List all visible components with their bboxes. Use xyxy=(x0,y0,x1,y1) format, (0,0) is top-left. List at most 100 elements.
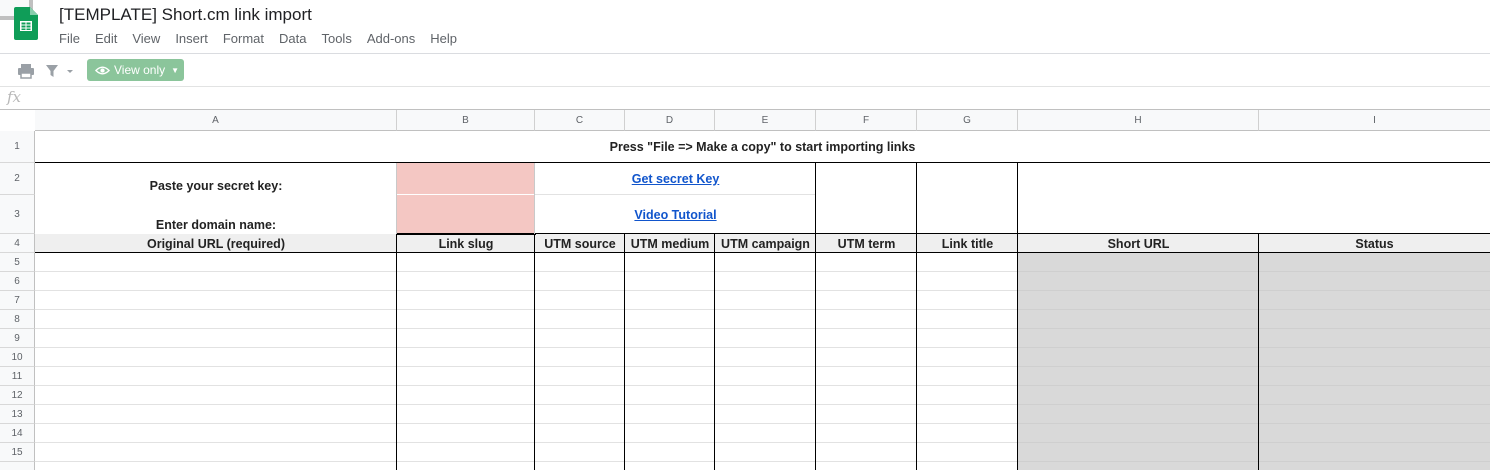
header-divider xyxy=(0,53,1490,54)
header-link-slug: Link slug xyxy=(438,236,494,251)
column-header-b[interactable]: B xyxy=(397,110,535,131)
google-sheets-logo-icon[interactable] xyxy=(14,7,38,40)
border-line xyxy=(396,234,397,470)
border-line xyxy=(624,234,625,470)
column-header-e[interactable]: E xyxy=(715,110,816,131)
column-header-d[interactable]: D xyxy=(625,110,715,131)
video-tutorial-link[interactable]: Video Tutorial xyxy=(634,208,716,222)
header-utm-term: UTM term xyxy=(837,236,896,251)
header-utm-campaign: UTM campaign xyxy=(721,236,810,251)
gridline xyxy=(35,347,1018,348)
header-short-url: Short URL xyxy=(1107,236,1170,251)
menu-help[interactable]: Help xyxy=(430,31,457,47)
border-line xyxy=(536,233,1490,234)
row-header-2[interactable]: 2 xyxy=(0,163,35,195)
border-line xyxy=(1258,234,1259,470)
border-line xyxy=(815,163,816,470)
gridline xyxy=(1018,309,1490,310)
header-link-title: Link title xyxy=(941,236,994,251)
row-header-3[interactable]: 3 xyxy=(0,195,35,234)
document-title[interactable]: [TEMPLATE] Short.cm link import xyxy=(59,5,312,25)
row-header-8[interactable]: 8 xyxy=(0,310,35,329)
row-header-6[interactable]: 6 xyxy=(0,272,35,291)
gridline xyxy=(1018,290,1490,291)
row-header-5[interactable]: 5 xyxy=(0,253,35,272)
domain-name-label: Enter domain name: xyxy=(155,218,277,232)
menu-insert[interactable]: Insert xyxy=(175,31,208,47)
gridline xyxy=(1018,404,1490,405)
gridline xyxy=(534,163,535,234)
border-line xyxy=(35,162,1490,163)
print-icon[interactable] xyxy=(17,62,35,80)
gridline xyxy=(35,385,1018,386)
row-header-9[interactable]: 9 xyxy=(0,329,35,348)
gridline xyxy=(1018,328,1490,329)
empty-cell-f2[interactable] xyxy=(816,163,917,234)
secret-key-label: Paste your secret key: xyxy=(149,179,283,193)
menu-bar: File Edit View Insert Format Data Tools … xyxy=(59,31,472,47)
column-header-h[interactable]: H xyxy=(1018,110,1259,131)
gridline xyxy=(1018,423,1490,424)
gridline xyxy=(35,461,1018,462)
menu-data[interactable]: Data xyxy=(279,31,306,47)
domain-name-input[interactable] xyxy=(397,195,535,233)
row-header-13[interactable]: 13 xyxy=(0,405,35,424)
filter-icon[interactable] xyxy=(44,62,76,80)
view-only-label: View only xyxy=(114,63,166,77)
header-utm-medium: UTM medium xyxy=(630,236,710,251)
border-line xyxy=(714,234,715,470)
get-secret-key-cell: Get secret Key xyxy=(535,163,816,195)
status-output-column[interactable] xyxy=(1259,253,1490,470)
empty-cell-g2[interactable] xyxy=(917,163,1018,234)
column-header-a[interactable]: A xyxy=(35,110,397,131)
gridline xyxy=(535,194,816,195)
gridline xyxy=(35,271,1018,272)
column-header-i[interactable]: I xyxy=(1259,110,1490,131)
border-line xyxy=(396,233,536,235)
column-header-c[interactable]: C xyxy=(535,110,625,131)
gridline xyxy=(35,423,1018,424)
menu-tools[interactable]: Tools xyxy=(321,31,351,47)
column-header-g[interactable]: G xyxy=(917,110,1018,131)
border-line xyxy=(35,252,1490,253)
view-only-button[interactable]: View only ▼ xyxy=(87,59,184,81)
header-original-url: Original URL (required) xyxy=(147,236,285,251)
gridline xyxy=(1018,442,1490,443)
border-line xyxy=(916,163,917,470)
row-header-15[interactable]: 15 xyxy=(0,443,35,462)
gridline xyxy=(35,442,1018,443)
menu-view[interactable]: View xyxy=(132,31,160,47)
menu-edit[interactable]: Edit xyxy=(95,31,117,47)
row-header-11[interactable]: 11 xyxy=(0,367,35,386)
row-header-14[interactable]: 14 xyxy=(0,424,35,443)
column-header-f[interactable]: F xyxy=(816,110,917,131)
gridline xyxy=(1018,271,1490,272)
formula-input[interactable] xyxy=(38,88,1478,108)
row-header-1[interactable]: 1 xyxy=(0,131,35,163)
secret-key-input[interactable] xyxy=(397,163,535,195)
row-header-7[interactable]: 7 xyxy=(0,291,35,310)
gridline xyxy=(35,290,1018,291)
menu-add-ons[interactable]: Add-ons xyxy=(367,31,415,47)
copy-instruction-banner: Press "File => Make a copy" to start imp… xyxy=(609,139,916,154)
fx-label: fx xyxy=(7,88,22,106)
gridline xyxy=(35,328,1018,329)
border-line xyxy=(1017,163,1018,470)
eye-icon xyxy=(95,66,110,74)
gridline xyxy=(35,309,1018,310)
menu-file[interactable]: File xyxy=(59,31,80,47)
row-header-4[interactable]: 4 xyxy=(0,234,35,253)
row-header-10[interactable]: 10 xyxy=(0,348,35,367)
gridline xyxy=(1018,385,1490,386)
gridline xyxy=(396,163,397,234)
gridline xyxy=(35,366,1018,367)
border-line xyxy=(534,234,535,470)
row-header-12[interactable]: 12 xyxy=(0,386,35,405)
toolbar-divider xyxy=(0,86,1490,87)
menu-format[interactable]: Format xyxy=(223,31,264,47)
get-secret-key-link[interactable]: Get secret Key xyxy=(632,172,720,186)
row-header-16[interactable] xyxy=(0,462,35,470)
short-url-output-column[interactable] xyxy=(1018,253,1259,470)
gridline xyxy=(1018,366,1490,367)
gridline xyxy=(35,404,1018,405)
